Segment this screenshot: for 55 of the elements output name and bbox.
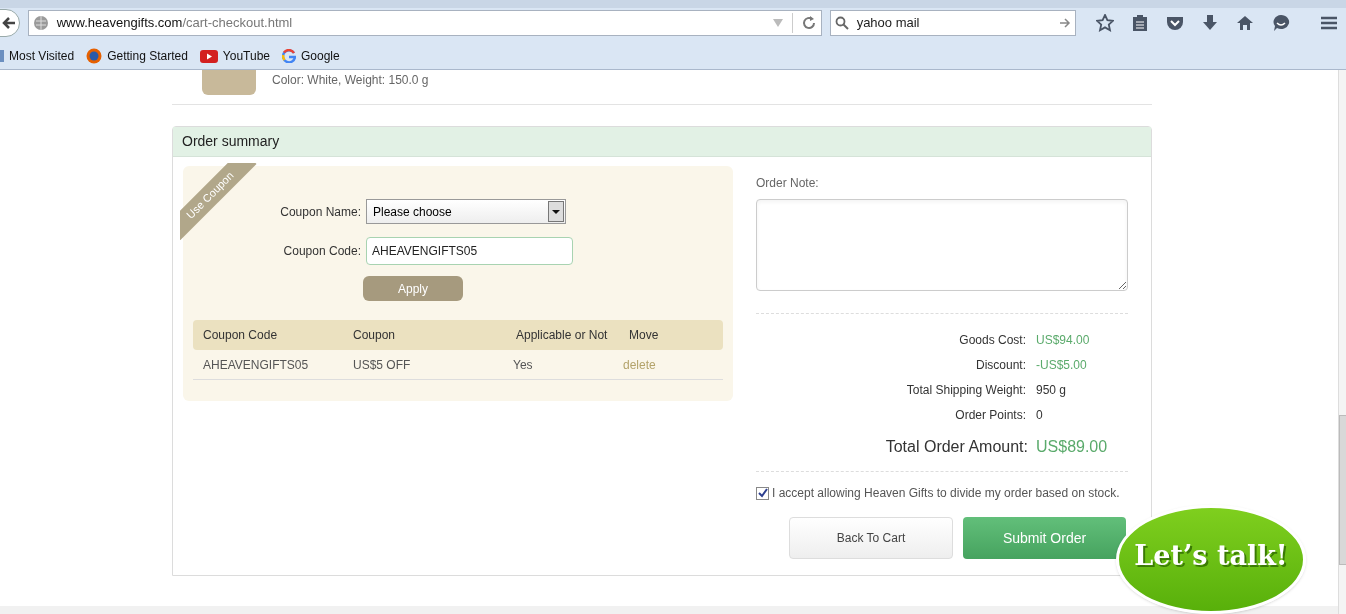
- summary-label: Goods Cost:: [958, 331, 1026, 349]
- bookmark-link[interactable]: YouTube: [199, 47, 270, 65]
- summary-value: -US$5.00: [1036, 356, 1087, 374]
- chat-icon[interactable]: [1272, 14, 1290, 32]
- dropdown-caret-icon: [548, 201, 564, 222]
- bookmark-link[interactable]: Google: [282, 47, 340, 65]
- coupon-code-label: Coupon Code:: [282, 243, 361, 260]
- back-button[interactable]: [0, 9, 20, 37]
- total-order-label: Total Order Amount:: [884, 437, 1028, 457]
- summary-value: 950 g: [1036, 381, 1067, 399]
- order-note-label: Order Note:: [756, 175, 820, 192]
- home-icon[interactable]: [1236, 15, 1254, 31]
- column-header: Coupon Code: [202, 327, 279, 344]
- globe-icon: [32, 15, 49, 31]
- summary-value: 0: [1036, 406, 1043, 424]
- agreement-text: I accept allowing Heaven Gifts to divide my order based on stock.: [772, 485, 1120, 502]
- table-cell-text: US$5 OFF: [353, 356, 412, 374]
- coupon-name-dropdown[interactable]: Please choose: [366, 199, 566, 224]
- back-arrow-icon: [1, 16, 16, 30]
- search-text: yahoo mail: [856, 14, 921, 33]
- bookmark-link[interactable]: Getting Started: [86, 47, 188, 65]
- back-to-cart-button[interactable]: Back To Cart: [789, 517, 953, 559]
- g-logo-icon: [282, 49, 296, 63]
- column-header: Coupon: [353, 327, 397, 344]
- reload-icon[interactable]: [800, 15, 817, 31]
- order-summary-title: Order summary: [173, 127, 1151, 157]
- column-header: Applicable or Not: [516, 327, 609, 344]
- coupon-name-label: Coupon Name:: [279, 203, 361, 221]
- column-header: Move: [629, 327, 660, 344]
- scrollbar[interactable]: [1338, 70, 1346, 614]
- star-icon[interactable]: [1096, 14, 1114, 32]
- product-photo-placeholder: [202, 70, 256, 95]
- agreement-checkbox[interactable]: [756, 486, 769, 500]
- summary-label: Order Points:: [954, 406, 1026, 424]
- order-note-field[interactable]: [756, 199, 1128, 291]
- total-order-amount: US$89.00: [1036, 437, 1108, 457]
- coupon-code-field[interactable]: AHEAVENGIFTS05: [366, 237, 573, 265]
- clipboard-icon[interactable]: [1132, 14, 1148, 32]
- product-details: Color: White, Weight: 150.0 g: [272, 72, 429, 89]
- table-cell-text: AHEAVENGIFTS05: [202, 356, 310, 374]
- summary-label: Total Shipping Weight:: [905, 381, 1026, 399]
- pocket-icon[interactable]: [1166, 15, 1184, 31]
- search-field[interactable]: yahoo mail: [829, 10, 1076, 36]
- menu-icon[interactable]: [1320, 15, 1338, 31]
- url-text: www.heavengifts.com/cart-checkout.html: [56, 14, 294, 33]
- address-bar[interactable]: www.heavengifts.com/cart-checkout.html: [27, 10, 822, 36]
- browser-logo-icon: [86, 48, 103, 64]
- go-arrow-icon[interactable]: [1059, 17, 1071, 29]
- bookmark-link[interactable]: Most Visited: [0, 47, 75, 65]
- summary-label: Discount:: [974, 356, 1026, 374]
- summary-value: US$94.00: [1036, 331, 1090, 349]
- table-cell-text: Yes: [513, 356, 534, 374]
- download-icon[interactable]: [1202, 14, 1218, 32]
- search-icon: [834, 16, 849, 30]
- play-logo-icon: [199, 49, 218, 63]
